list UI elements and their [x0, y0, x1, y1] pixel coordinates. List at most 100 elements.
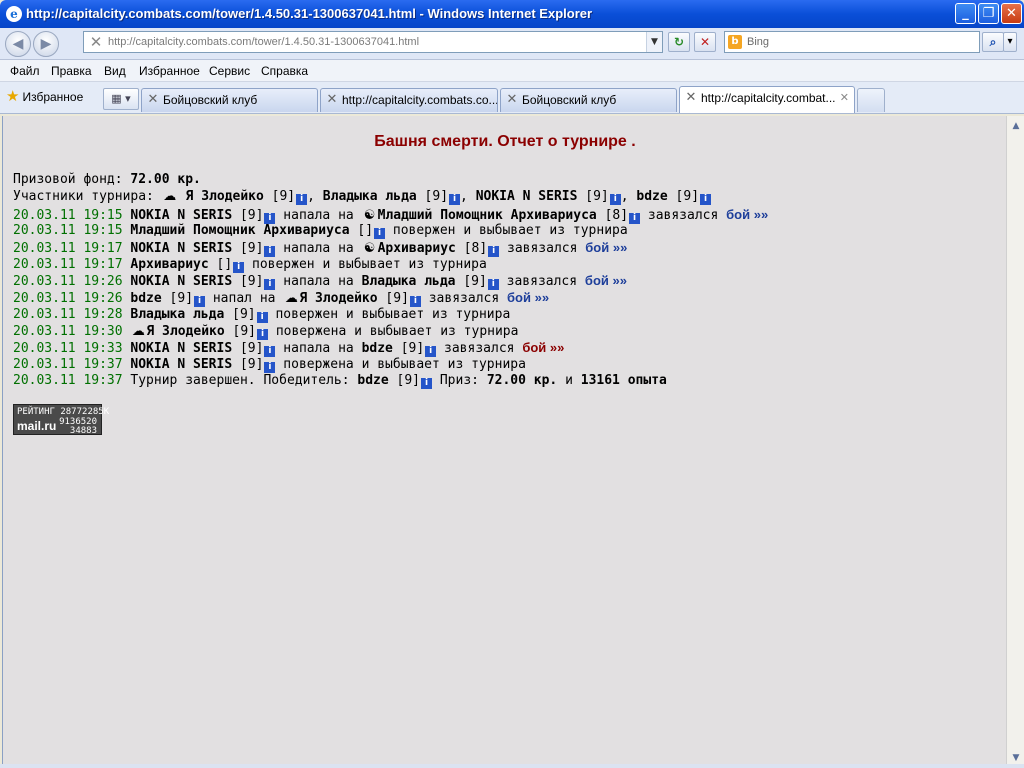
minimize-button[interactable]: _ [955, 3, 976, 24]
tab-4-active[interactable]: ✕ http://capitalcity.combat... ✕ [679, 86, 855, 113]
menu-tools[interactable]: Сервис [209, 64, 250, 78]
info-icon[interactable]: i [296, 194, 308, 205]
address-toolbar: ◀ ▶ ✕ http://capitalcity.combats.com/tow… [0, 28, 1024, 60]
search-input[interactable]: Bing [747, 35, 769, 50]
log-player: NOKIA N SERIS [130, 357, 233, 372]
quick-tabs-button[interactable]: ▦ ▾ [103, 88, 139, 110]
page-content: Башня смерти. Отчет о турнире . Призовой… [2, 116, 1006, 764]
log-verb: напала на [283, 241, 354, 256]
log-target: Я Злодейко [299, 291, 378, 306]
info-icon[interactable]: i [264, 246, 276, 257]
window-title: http://capitalcity.combats.com/tower/1.4… [26, 6, 593, 21]
log-level: [] [357, 223, 374, 238]
menu-favorites[interactable]: Избранное [139, 64, 200, 78]
scroll-down-icon[interactable]: ▼ [1010, 752, 1022, 764]
prize-value: 72.00 кр. [486, 373, 558, 388]
info-icon[interactable]: i [374, 228, 386, 239]
log-target: Архивариус [377, 241, 456, 256]
log-level: [9] [239, 357, 264, 372]
close-tab-icon[interactable]: ✕ [840, 91, 849, 105]
log-level: [] [216, 257, 233, 272]
info-icon[interactable]: i [194, 296, 206, 307]
log-entry: 20.03.11 19:28 Владыка льда [9] i поверже… [13, 307, 510, 323]
refresh-button[interactable]: ↻ [668, 32, 690, 52]
menu-help[interactable]: Справка [261, 64, 308, 78]
info-icon[interactable]: i [256, 312, 268, 323]
menu-bar: Файл Правка Вид Избранное Сервис Справка [0, 60, 1024, 82]
info-icon[interactable]: i [700, 194, 712, 205]
bing-icon: b [728, 35, 742, 49]
menu-edit[interactable]: Правка [51, 64, 92, 78]
log-attacker: NOKIA N SERIS [130, 241, 233, 256]
stop-button[interactable]: ✕ [694, 32, 716, 52]
separator: , [620, 189, 629, 204]
info-icon[interactable]: i [609, 194, 621, 205]
info-icon[interactable]: i [487, 279, 499, 290]
info-icon[interactable]: i [264, 346, 276, 357]
search-options-button[interactable]: ▾ [1003, 32, 1017, 52]
tab-2[interactable]: ✕ http://capitalcity.combats.co... [320, 88, 498, 112]
vertical-scrollbar[interactable]: ▲ ▼ [1006, 116, 1024, 768]
menu-view[interactable]: Вид [104, 64, 126, 78]
log-player: Архивариус [130, 257, 209, 272]
new-tab-button[interactable] [857, 88, 885, 112]
log-attacker: NOKIA N SERIS [130, 274, 233, 289]
fight-link[interactable]: бой »» [585, 273, 627, 288]
menu-file[interactable]: Файл [10, 64, 40, 78]
mailru-counter[interactable]: РЕЙТИНГ 28772285К mail.ru 9136520 34883 [13, 404, 109, 436]
fight-link[interactable]: бой »» [726, 207, 768, 222]
address-dropdown-button[interactable]: ▼ [646, 32, 662, 52]
info-icon[interactable]: i [264, 279, 276, 290]
log-level: [9] [232, 324, 256, 339]
participant-level: [9] [585, 189, 609, 204]
fight-link[interactable]: бой »» [507, 290, 549, 305]
participants-line: Участники турнира: ☁ Я Злодейко [9] i, Вл… [13, 189, 712, 205]
info-icon[interactable]: i [257, 329, 268, 340]
info-icon[interactable]: i [233, 262, 245, 273]
log-level: [9] [463, 274, 487, 289]
participant-level: [9] [675, 189, 700, 204]
info-icon[interactable]: i [264, 362, 276, 373]
maximize-button[interactable]: ❐ [978, 3, 999, 24]
log-entry: 20.03.11 19:30 ☁ Я Злодейко [9] i повержен… [13, 324, 518, 340]
log-player: Младший Помощник Архивариуса [130, 223, 350, 238]
log-entry: 20.03.11 19:33 NOKIA N SERIS [9] i напала… [13, 340, 564, 357]
forward-button[interactable]: ▶ [33, 31, 59, 57]
fight-link[interactable]: бой »» [585, 240, 627, 255]
info-icon[interactable]: i [629, 213, 641, 224]
tab-label: http://capitalcity.combats.co... [342, 93, 498, 107]
title-bar[interactable]: e http://capitalcity.combats.com/tower/1… [0, 0, 1024, 28]
winner-nick: bdze [357, 373, 389, 388]
log-verb: напала на [283, 341, 354, 356]
log-entry: 20.03.11 19:26 bdze [9] i напал на ☁ Я Зло… [13, 290, 549, 307]
back-button[interactable]: ◀ [5, 31, 31, 57]
log-attacker: bdze [130, 291, 162, 306]
log-date: 20.03.11 19:26 [13, 291, 123, 306]
dark-alignment-icon: ☁ [284, 291, 298, 306]
fight-link[interactable]: бой »» [522, 340, 564, 355]
window-bottom-edge [0, 764, 1024, 768]
info-icon[interactable]: i [488, 246, 500, 257]
mailru-logo: mail.ru [17, 419, 57, 433]
info-icon[interactable]: i [421, 378, 433, 389]
log-date: 20.03.11 19:15 [13, 208, 123, 223]
address-input[interactable]: http://capitalcity.combats.com/tower/1.4… [108, 35, 419, 50]
info-icon[interactable]: i [425, 346, 437, 357]
log-verb: напал на [212, 291, 276, 306]
scroll-up-icon[interactable]: ▲ [1010, 120, 1022, 132]
tab-3[interactable]: ✕ Бойцовский клуб [500, 88, 677, 112]
search-box[interactable]: b Bing [724, 31, 980, 53]
log-text: повержена и выбывает из турнира [275, 324, 519, 339]
search-button[interactable]: ⌕ [982, 32, 1004, 52]
favorites-button[interactable]: ★ Избранное [6, 88, 83, 106]
log-date: 20.03.11 19:30 [13, 324, 123, 339]
address-bar[interactable]: ✕ http://capitalcity.combats.com/tower/1… [83, 31, 663, 53]
tab-1[interactable]: ✕ Бойцовский клуб [141, 88, 318, 112]
log-entry: 20.03.11 19:17 Архивариус [] i повержен и… [13, 257, 487, 273]
log-entry: 20.03.11 19:26 NOKIA N SERIS [9] i напала… [13, 273, 627, 290]
info-icon[interactable]: i [409, 296, 421, 307]
participant-nick: Я Злодейко [185, 189, 264, 204]
close-window-button[interactable]: ✕ [1001, 3, 1022, 24]
info-icon[interactable]: i [449, 194, 461, 205]
log-date: 20.03.11 19:37 [13, 373, 123, 388]
